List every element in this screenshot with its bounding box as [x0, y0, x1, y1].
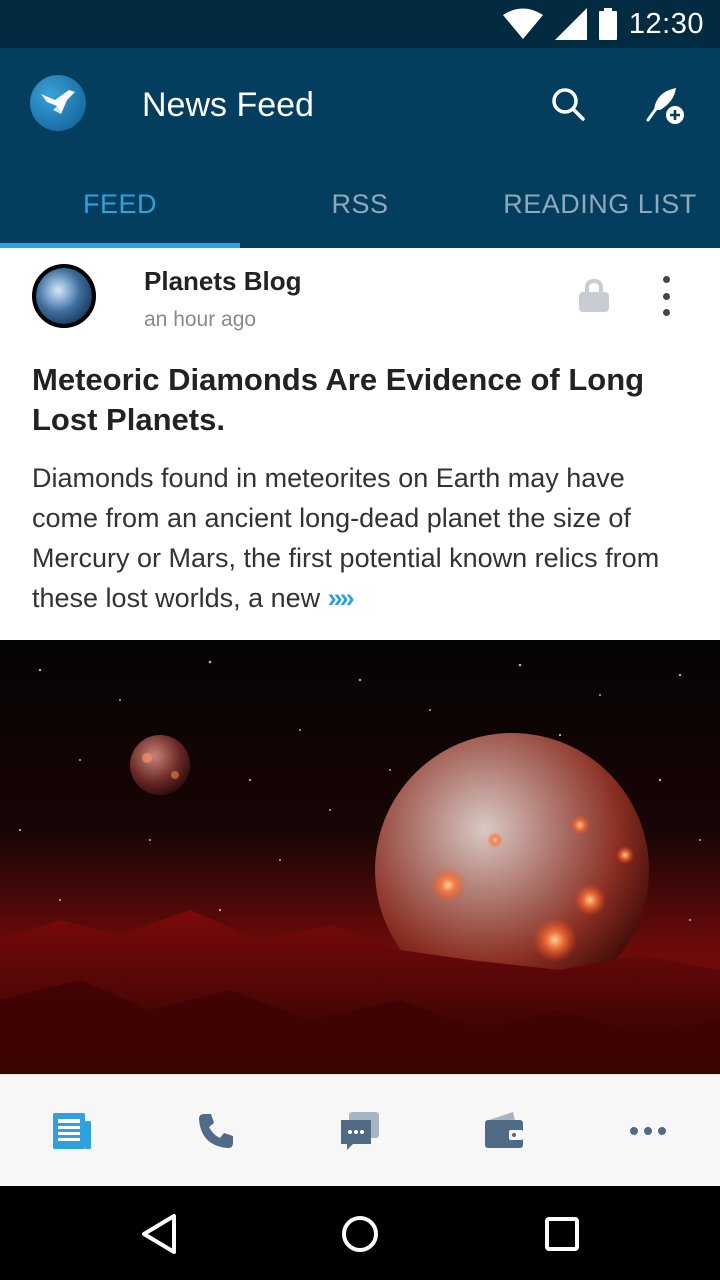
- page-title: News Feed: [142, 86, 314, 124]
- read-more-link[interactable]: »»: [328, 583, 355, 613]
- recents-square-icon: [545, 1217, 579, 1251]
- wallet-icon: [485, 1111, 523, 1148]
- more-vert-icon[interactable]: [652, 276, 680, 316]
- post-title[interactable]: Meteoric Diamonds Are Evidence of Long L…: [32, 360, 692, 440]
- home-circle-icon: [342, 1216, 378, 1252]
- chat-icon: [341, 1111, 379, 1150]
- home-button[interactable]: [334, 1208, 386, 1260]
- earth-image: [36, 268, 92, 324]
- post-header: Planets Blog an hour ago: [0, 248, 720, 348]
- tab-rss[interactable]: RSS: [240, 160, 480, 248]
- phone-icon: [199, 1113, 233, 1148]
- compose-button[interactable]: [636, 76, 692, 132]
- blog-name[interactable]: Planets Blog: [144, 266, 301, 297]
- tab-feed[interactable]: FEED: [0, 160, 240, 248]
- nav-phone[interactable]: [144, 1075, 288, 1186]
- post-timestamp: an hour ago: [144, 308, 257, 331]
- search-icon: [552, 88, 585, 121]
- news-icon: [53, 1112, 91, 1149]
- status-time: 12:30: [628, 7, 704, 40]
- wifi-icon: [502, 8, 543, 39]
- post-excerpt: Diamonds found in meteorites on Earth ma…: [32, 458, 692, 618]
- more-horiz-icon: [630, 1126, 666, 1135]
- bottom-navigation: [0, 1074, 720, 1186]
- cell-signal-icon: [554, 8, 587, 40]
- add-feather-icon: [646, 88, 684, 124]
- nav-wallet[interactable]: [432, 1075, 576, 1186]
- blog-avatar[interactable]: [32, 264, 96, 328]
- tab-reading-list[interactable]: READING LIST: [480, 160, 720, 248]
- status-icons: 12:30: [502, 6, 704, 42]
- nav-chat[interactable]: [288, 1075, 432, 1186]
- recents-button[interactable]: [536, 1208, 588, 1260]
- nav-news[interactable]: [0, 1075, 144, 1186]
- system-navigation-bar: [0, 1186, 720, 1280]
- status-bar: 12:30: [0, 0, 720, 48]
- post-image[interactable]: [0, 640, 720, 1074]
- nav-more[interactable]: [576, 1075, 720, 1186]
- lock-icon[interactable]: [578, 278, 610, 312]
- tab-bar: FEED RSS READING LIST: [0, 160, 720, 248]
- search-button[interactable]: [540, 76, 596, 132]
- bird-logo-icon[interactable]: [30, 75, 86, 131]
- battery-icon: [598, 8, 617, 40]
- app-bar: News Feed FEED RSS READING LIST: [0, 48, 720, 248]
- back-triangle-icon: [142, 1214, 176, 1254]
- back-button[interactable]: [134, 1208, 186, 1260]
